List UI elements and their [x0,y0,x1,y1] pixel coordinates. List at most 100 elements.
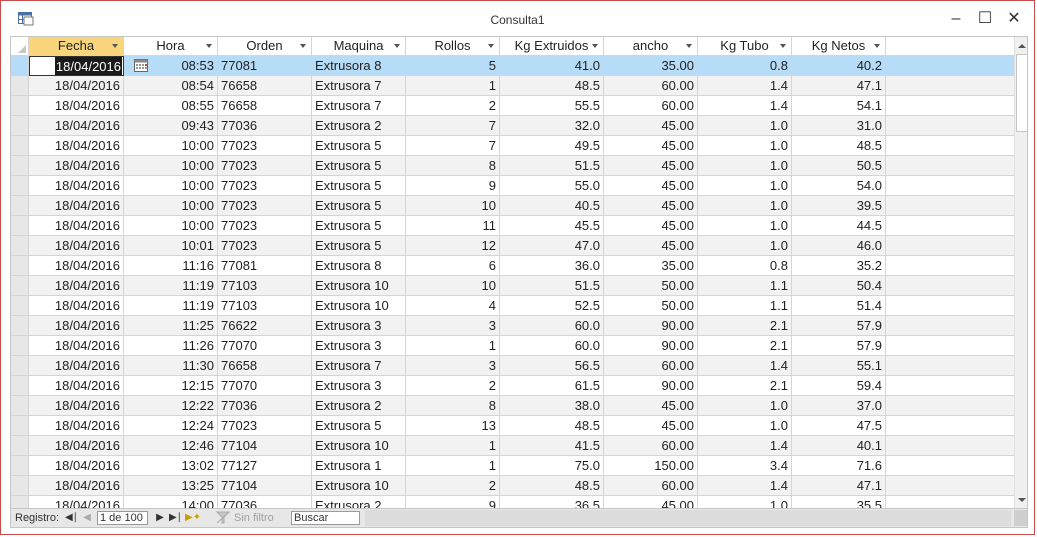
cell-rollos[interactable]: 3 [406,316,500,336]
cell-orden[interactable]: 76622 [218,316,312,336]
vertical-scrollbar[interactable] [1014,37,1027,508]
cell-rollos[interactable]: 8 [406,156,500,176]
cell-rollos[interactable]: 12 [406,236,500,256]
cell-hora[interactable]: 08:55 [124,96,218,116]
cell-kg-extruidos[interactable]: 51.5 [500,276,604,296]
row-selector[interactable] [11,316,29,336]
cell-kg-netos[interactable]: 50.5 [792,156,886,176]
cell-kg-tubo[interactable]: 1.0 [698,236,792,256]
cell-maquina[interactable]: Extrusora 2 [312,116,406,136]
cell-rollos[interactable]: 7 [406,136,500,156]
table-row[interactable]: 18/04/2016 10:00 77023 Extrusora 5 11 45.5 45.… [11,216,1014,236]
cell-orden[interactable]: 76658 [218,356,312,376]
cell-kg-netos[interactable]: 57.9 [792,336,886,356]
cell-maquina[interactable]: Extrusora 5 [312,216,406,236]
cell-fecha[interactable]: 18/04/2016 [29,76,124,96]
cell-rollos[interactable]: 9 [406,496,500,508]
cell-ancho[interactable]: 45.00 [604,136,698,156]
selected-date-value[interactable]: 18/04/2016 [54,57,122,75]
cell-ancho[interactable]: 60.00 [604,436,698,456]
column-header-hora[interactable]: Hora [124,37,218,56]
table-row[interactable]: 18/04/2016 10:00 77023 Extrusora 5 7 49.5 45.0… [11,136,1014,156]
cell-kg-extruidos[interactable]: 38.0 [500,396,604,416]
row-selector[interactable] [11,356,29,376]
chevron-down-icon[interactable] [300,44,306,48]
cell-maquina[interactable]: Extrusora 5 [312,136,406,156]
cell-kg-netos[interactable]: 31.0 [792,116,886,136]
cell-orden[interactable]: 76658 [218,76,312,96]
cell-orden[interactable]: 77023 [218,176,312,196]
cell-maquina[interactable]: Extrusora 5 [312,236,406,256]
cell-kg-tubo[interactable]: 2.1 [698,316,792,336]
scroll-thumb[interactable] [1016,54,1027,132]
cell-kg-netos[interactable]: 39.5 [792,196,886,216]
cell-fecha[interactable]: 18/04/2016 [29,196,124,216]
cell-maquina[interactable]: Extrusora 10 [312,276,406,296]
row-selector[interactable] [11,76,29,96]
cell-maquina[interactable]: Extrusora 3 [312,376,406,396]
table-row[interactable]: 18/04/2016 11:16 77081 Extrusora 8 6 36.0 35.0… [11,256,1014,276]
cell-rollos[interactable]: 10 [406,196,500,216]
cell-kg-netos[interactable]: 50.4 [792,276,886,296]
cell-maquina[interactable]: Extrusora 10 [312,476,406,496]
cell-orden[interactable]: 77036 [218,116,312,136]
cell-maquina[interactable]: Extrusora 3 [312,316,406,336]
cell-ancho[interactable]: 50.00 [604,276,698,296]
cell-maquina[interactable]: Extrusora 5 [312,416,406,436]
cell-orden[interactable]: 77023 [218,156,312,176]
cell-orden[interactable]: 77070 [218,376,312,396]
first-record-icon[interactable]: ◀∣ [65,511,78,525]
cell-rollos[interactable]: 5 [406,56,500,76]
cell-ancho[interactable]: 45.00 [604,236,698,256]
row-selector[interactable] [11,336,29,356]
column-header-fecha[interactable]: Fecha [29,37,124,56]
cell-maquina[interactable]: Extrusora 8 [312,56,406,76]
cell-kg-tubo[interactable]: 1.0 [698,416,792,436]
row-selector[interactable] [11,276,29,296]
cell-hora[interactable]: 11:19 [124,296,218,316]
cell-orden[interactable]: 77023 [218,216,312,236]
table-row[interactable]: 18/04/2016 12:22 77036 Extrusora 2 8 38.0 45.0… [11,396,1014,416]
cell-kg-netos[interactable]: 48.5 [792,136,886,156]
cell-kg-netos[interactable]: 57.9 [792,316,886,336]
table-row[interactable]: 18/04/2016 09:43 77036 Extrusora 2 7 32.0 45.0… [11,116,1014,136]
cell-kg-tubo[interactable]: 1.0 [698,136,792,156]
cell-maquina[interactable]: Extrusora 5 [312,176,406,196]
cell-ancho[interactable]: 35.00 [604,56,698,76]
cell-kg-netos[interactable]: 54.1 [792,96,886,116]
cell-hora[interactable]: 10:00 [124,156,218,176]
cell-kg-extruidos[interactable]: 55.5 [500,96,604,116]
cell-kg-extruidos[interactable]: 52.5 [500,296,604,316]
cell-fecha[interactable]: 18/04/2016 [29,256,124,276]
cell-fecha[interactable]: 18/04/2016 [29,356,124,376]
cell-hora[interactable]: 12:22 [124,396,218,416]
cell-kg-extruidos[interactable]: 61.5 [500,376,604,396]
cell-fecha[interactable]: 18/04/2016 [29,236,124,256]
cell-kg-extruidos[interactable]: 40.5 [500,196,604,216]
table-row[interactable]: 18/04/2016 11:19 77103 Extrusora 10 10 51.5 50… [11,276,1014,296]
chevron-down-icon[interactable] [874,44,880,48]
cell-ancho[interactable]: 45.00 [604,416,698,436]
cell-fecha[interactable]: 18/04/2016 [29,316,124,336]
cell-fecha[interactable]: 18/04/2016 [29,416,124,436]
cell-fecha[interactable]: 18/04/2016 [29,276,124,296]
cell-kg-netos[interactable]: 46.0 [792,236,886,256]
row-selector[interactable] [11,136,29,156]
cell-hora[interactable]: 13:02 [124,456,218,476]
cell-rollos[interactable]: 1 [406,436,500,456]
row-selector[interactable] [11,436,29,456]
cell-kg-netos[interactable]: 35.2 [792,256,886,276]
column-header-kg-tubo[interactable]: Kg Tubo [698,37,792,56]
row-selector[interactable] [11,256,29,276]
cell-kg-extruidos[interactable]: 48.5 [500,76,604,96]
horizontal-scrollbar[interactable] [365,510,1011,526]
cell-kg-extruidos[interactable]: 48.5 [500,416,604,436]
cell-kg-netos[interactable]: 55.1 [792,356,886,376]
cell-rollos[interactable]: 1 [406,456,500,476]
cell-fecha[interactable]: 18/04/2016 [29,176,124,196]
table-row[interactable]: 18/04/2016 13:25 77104 Extrusora 10 2 48.5 60.… [11,476,1014,496]
cell-kg-netos[interactable]: 59.4 [792,376,886,396]
cell-kg-tubo[interactable]: 1.0 [698,176,792,196]
table-row[interactable]: 18/04/2016 12:24 77023 Extrusora 5 13 48.5 45.… [11,416,1014,436]
table-row[interactable]: 18/04/2016 14:00 77036 Extrusora 2 9 36.5 45.0… [11,496,1014,508]
